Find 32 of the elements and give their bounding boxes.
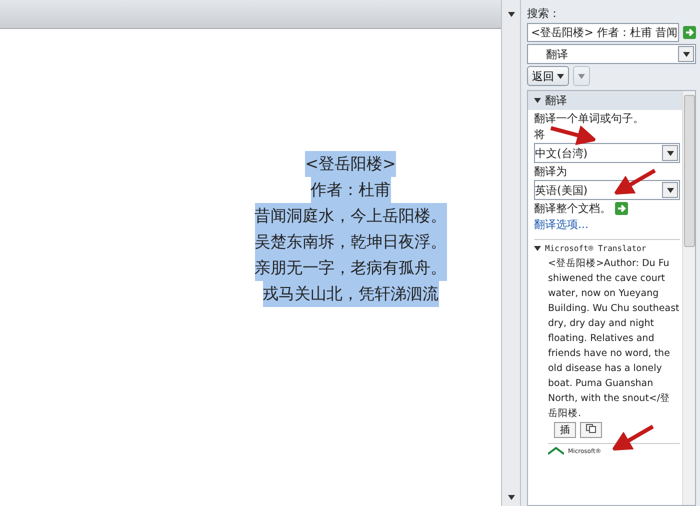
section-title: 翻译: [545, 93, 567, 108]
caret-icon: [557, 74, 564, 78]
collapse-icon: [534, 246, 541, 251]
forward-button[interactable]: [573, 66, 590, 86]
scroll-down-icon: [508, 495, 514, 500]
vertical-scrollbar[interactable]: [501, 0, 521, 506]
logo-icon: [548, 446, 564, 456]
scroll-up-icon: [508, 12, 514, 17]
insert-button[interactable]: 插: [554, 422, 576, 438]
copy-button[interactable]: [580, 422, 602, 438]
translator-title: Microsoft® Translator: [545, 244, 646, 253]
caret-icon: [666, 188, 674, 192]
translation-result: <登岳阳楼>Author: Du Fu shiwened the cave court water, now on Yueyang Building. Wu Chu southeast dry, dry day and night floating. Relatives and friends have no word, the old disease has a lonely boat. Puma Guanshan North, with the snout</登岳阳楼.: [548, 257, 680, 421]
to-language-dropdown[interactable]: 英语(美国): [534, 180, 680, 200]
from-language-dropdown[interactable]: 中文(台湾): [534, 143, 680, 163]
caret-icon: [682, 52, 690, 56]
translation-options-link[interactable]: 翻译选项...: [534, 217, 680, 232]
back-button[interactable]: 返回: [527, 66, 569, 86]
caret-icon: [578, 74, 585, 78]
pane-scrollbar[interactable]: [682, 91, 695, 505]
caret-icon: [666, 150, 674, 156]
search-label: 搜索：: [527, 6, 561, 21]
arrow-right-icon[interactable]: [615, 202, 628, 215]
arrow-right-icon[interactable]: [683, 26, 696, 39]
translate-document-text: 翻译整个文档。: [534, 201, 611, 216]
from-label: 将: [534, 127, 546, 142]
service-dropdown[interactable]: 翻译: [527, 44, 696, 64]
search-field[interactable]: <登岳阳楼> 作者：杜甫 昔闻: [527, 23, 679, 42]
collapse-icon: [534, 98, 541, 103]
instruction-text: 翻译一个单词或句子。: [534, 111, 645, 126]
copy-icon: [586, 424, 596, 433]
to-label: 翻译为: [534, 164, 568, 179]
